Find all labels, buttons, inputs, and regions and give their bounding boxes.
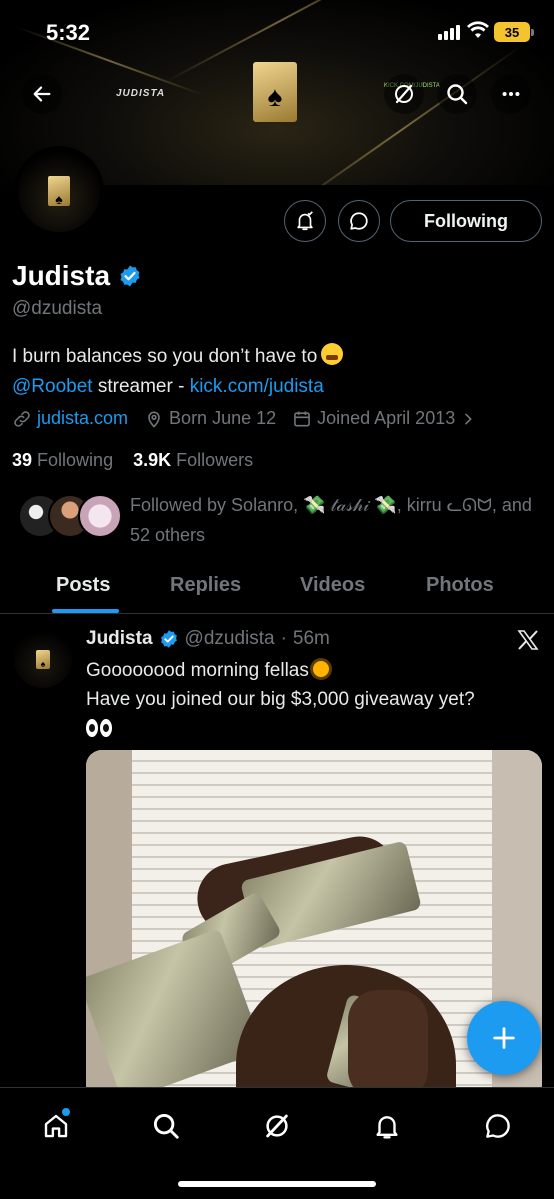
home-indicator xyxy=(178,1181,376,1187)
profile-tabs: Posts Replies Videos Photos xyxy=(0,560,554,614)
post-author-handle: @dzudista xyxy=(184,628,275,649)
joined-item: Joined April 2013 xyxy=(292,408,476,429)
notify-bell-icon xyxy=(297,211,313,231)
x-logo-icon xyxy=(517,630,539,650)
post-avatar-logo: ♠ xyxy=(36,649,50,669)
wifi-icon xyxy=(466,20,490,45)
eyes-emoji xyxy=(86,719,112,737)
calendar-icon xyxy=(294,411,310,426)
search-button[interactable] xyxy=(437,74,477,114)
profile-name-row: Judista xyxy=(12,260,142,292)
messages-icon xyxy=(486,1114,510,1138)
message-icon xyxy=(350,212,368,230)
profile-name: Judista xyxy=(12,260,111,291)
nav-home[interactable] xyxy=(36,1106,76,1146)
verified-icon[interactable] xyxy=(118,264,142,288)
plus-icon xyxy=(493,1027,515,1049)
follow-counts: 39 Following 3.9K Followers xyxy=(12,450,253,471)
following-count: 39 xyxy=(12,450,33,470)
active-tab-indicator xyxy=(52,609,119,613)
tab-photos[interactable]: Photos xyxy=(426,574,494,597)
notifications-icon xyxy=(376,1116,398,1139)
tab-posts[interactable]: Posts xyxy=(56,574,110,597)
post-time: 56m xyxy=(292,628,330,649)
avatar-logo: ♠ xyxy=(48,176,70,206)
nav-grok[interactable] xyxy=(257,1106,297,1146)
follower-avatar xyxy=(78,494,122,538)
compose-button[interactable] xyxy=(467,1001,541,1075)
born-text: Born June 12 xyxy=(169,408,277,428)
followers-count: 3.9K xyxy=(133,450,172,470)
status-time: 5:32 xyxy=(46,20,91,45)
bio-line1: I burn balances so you don’t have to xyxy=(12,346,318,367)
nav-notifications[interactable] xyxy=(367,1106,407,1146)
more-icon xyxy=(502,91,520,97)
bio-mention-link[interactable]: @Roobet xyxy=(12,376,93,397)
followers-label: Followers xyxy=(176,450,254,470)
banner-logo: ♠ xyxy=(253,62,297,122)
chevron-right-icon[interactable] xyxy=(460,411,476,427)
following-button[interactable]: Following xyxy=(390,200,542,242)
following-count-link[interactable]: 39 Following xyxy=(12,450,113,470)
post-avatar[interactable]: ♠ xyxy=(14,630,72,688)
grok-icon xyxy=(395,84,413,104)
profile-avatar[interactable]: ♠ xyxy=(14,146,104,236)
post-separator: · xyxy=(280,628,287,649)
battery-level: 35 xyxy=(504,24,520,40)
grok-nav-icon xyxy=(266,1114,288,1138)
back-button[interactable] xyxy=(22,74,62,114)
battery-indicator: 35 xyxy=(494,22,534,42)
link-icon xyxy=(14,410,30,427)
profile-bio: I burn balances so you don’t have to @Ro… xyxy=(12,342,344,402)
followed-by-text: Followed by Solanro, 💸 𝓉𝒶𝓈𝒽𝒾 💸, kirru ᓚᘏ… xyxy=(130,495,532,545)
following-label: Following xyxy=(37,450,114,470)
bottom-navigation xyxy=(0,1087,554,1199)
more-button[interactable] xyxy=(491,74,531,114)
banner-brand-text: JUDISTA xyxy=(116,88,166,99)
verified-icon xyxy=(160,630,177,648)
post-text: Goooooood morning fellas Have you joined… xyxy=(86,656,546,743)
bio-kick-link[interactable]: kick.com/judista xyxy=(190,376,324,397)
home-unread-dot xyxy=(62,1108,70,1116)
grok-button[interactable] xyxy=(384,74,424,114)
post-header: Judista @dzudista · 56m xyxy=(86,628,330,650)
post-text-line1: Goooooood morning fellas xyxy=(86,660,309,681)
status-bar: 5:32 35 xyxy=(0,0,554,64)
website-link[interactable]: judista.com xyxy=(37,408,128,429)
back-arrow-icon xyxy=(33,86,51,102)
location-icon xyxy=(148,411,160,428)
profile-handle: @dzudista xyxy=(12,298,103,319)
born-item: Born June 12 xyxy=(144,408,276,429)
tab-videos[interactable]: Videos xyxy=(300,574,365,597)
steam-face-emoji xyxy=(321,343,344,365)
signal-icon xyxy=(438,24,460,40)
post-text-line2: Have you joined our big $3,000 giveaway … xyxy=(86,689,475,710)
search-icon xyxy=(447,84,468,105)
nav-explore[interactable] xyxy=(146,1106,186,1146)
profile-meta-row: judista.com Born June 12 Joined April 20… xyxy=(12,408,486,429)
post-x-logo[interactable] xyxy=(516,628,540,657)
nav-messages[interactable] xyxy=(478,1106,518,1146)
tab-replies[interactable]: Replies xyxy=(170,574,241,597)
message-button[interactable] xyxy=(338,200,380,242)
post-author-name[interactable]: Judista xyxy=(86,628,153,650)
bio-mid-text: streamer - xyxy=(92,376,190,397)
explore-icon xyxy=(153,1113,179,1139)
followers-count-link[interactable]: 3.9K Followers xyxy=(133,450,253,470)
joined-text: Joined April 2013 xyxy=(317,408,456,428)
notify-button[interactable] xyxy=(284,200,326,242)
website-item[interactable]: judista.com xyxy=(12,408,128,429)
sun-emoji xyxy=(312,661,329,677)
